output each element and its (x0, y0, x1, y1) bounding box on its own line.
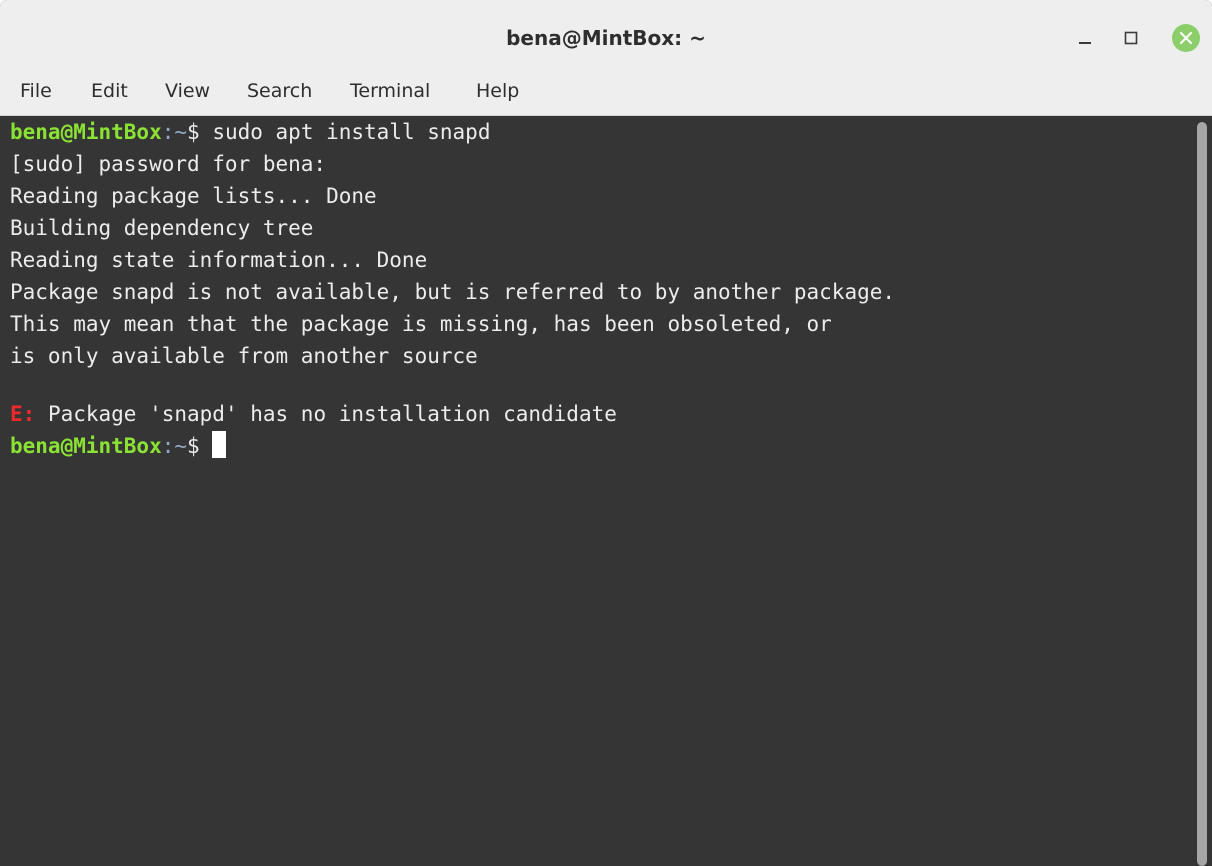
output-line: Building dependency tree (10, 216, 314, 240)
output-line: is only available from another source (10, 344, 478, 368)
title-bar[interactable]: bena@MintBox: ~ (0, 0, 1212, 74)
menu-help[interactable]: Help (476, 74, 519, 114)
menu-view[interactable]: View (165, 74, 210, 114)
prompt-host: bena@MintBox (10, 434, 162, 458)
prompt-symbol: $ (187, 120, 213, 144)
prompt-path: :~ (161, 434, 188, 458)
active-prompt-line: bena@MintBox:~$ (10, 430, 227, 462)
output-line: Package snapd is not available, but is r… (10, 280, 896, 304)
menu-edit[interactable]: Edit (91, 74, 128, 114)
window-title: bena@MintBox: ~ (506, 26, 706, 50)
prompt-symbol: $ (187, 434, 213, 458)
menu-search[interactable]: Search (247, 74, 312, 114)
text-cursor (212, 431, 227, 458)
prompt-host: bena@MintBox (10, 120, 162, 144)
error-message: Package 'snapd' has no installation cand… (35, 402, 617, 426)
menu-terminal[interactable]: Terminal (350, 74, 430, 114)
output-line: Reading package lists... Done (10, 184, 377, 208)
error-line: E: Package 'snapd' has no installation c… (10, 398, 617, 430)
output-line: Reading state information... Done (10, 248, 428, 272)
maximize-button[interactable] (1115, 22, 1147, 54)
minimize-icon (1079, 42, 1091, 44)
close-button[interactable] (1170, 22, 1202, 54)
maximize-icon (1124, 31, 1138, 45)
output-line: [sudo] password for bena: (10, 152, 327, 176)
close-icon (1172, 24, 1200, 52)
menu-bar: File Edit View Search Terminal Help (0, 74, 1212, 116)
command-line: bena@MintBox:~$ sudo apt install snapd (10, 116, 490, 148)
minimize-button[interactable] (1069, 22, 1101, 54)
vertical-scrollbar[interactable] (1195, 116, 1212, 866)
prompt-path: :~ (161, 120, 188, 144)
command-text: sudo apt install snapd (212, 120, 491, 144)
output-line: This may mean that the package is missin… (10, 312, 832, 336)
error-prefix: E: (10, 402, 36, 426)
terminal-window: bena@MintBox: ~ File Edit View Search Te… (0, 0, 1212, 866)
scrollbar-thumb[interactable] (1197, 122, 1207, 866)
menu-file[interactable]: File (20, 74, 52, 114)
terminal-area[interactable]: bena@MintBox:~$ sudo apt install snapd [… (0, 116, 1212, 866)
